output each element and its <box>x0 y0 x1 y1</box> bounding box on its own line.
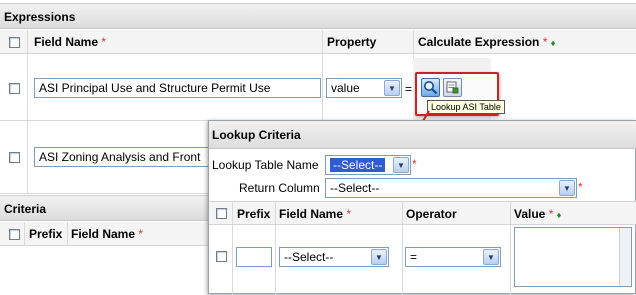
chevron-down-icon: ▼ <box>393 157 409 173</box>
property-column-header: Property <box>327 35 377 49</box>
lookup-operator-column-header: Operator <box>406 207 457 221</box>
lookup-criteria-header: Lookup Criteria <box>209 121 636 149</box>
textarea-scrollbar[interactable] <box>619 228 631 286</box>
row-checkbox[interactable] <box>216 251 227 262</box>
chevron-down-icon: ▼ <box>384 80 400 96</box>
chevron-down-icon: ▼ <box>371 249 387 265</box>
lookup-prefix-column-header: Prefix <box>237 207 271 221</box>
expression-row: ASI Zoning Analysis and Front <box>0 120 224 193</box>
row-checkbox[interactable] <box>9 152 20 163</box>
grid-line <box>0 193 210 194</box>
lookup-criteria-title: Lookup Criteria <box>212 128 301 142</box>
field-name-column-header: Field Name * <box>34 35 107 49</box>
lookup-criteria-row: --Select-- ▼ = ▼ <box>209 225 636 295</box>
table-edit-icon <box>446 81 459 94</box>
criteria-title: Criteria <box>4 202 47 216</box>
lookup-asi-table-button[interactable] <box>421 78 440 97</box>
chevron-down-icon: ▼ <box>559 180 575 196</box>
criteria-select-all-checkbox[interactable] <box>9 229 20 240</box>
expressions-title: Expressions <box>4 10 76 24</box>
required-marker: * <box>578 180 583 194</box>
criteria-field-name-select[interactable]: --Select-- ▼ <box>279 247 389 267</box>
criteria-field-name-column-header: Field Name * <box>71 227 144 241</box>
expression-row: ASI Principal Use and Structure Permit U… <box>0 55 636 120</box>
lookup-table-name-label: Lookup Table Name <box>212 158 319 172</box>
calculate-expression-column-header: Calculate Expression * ♦ <box>418 35 556 49</box>
field-name-input[interactable]: ASI Zoning Analysis and Front <box>34 147 224 167</box>
chevron-down-icon: ▼ <box>483 249 499 265</box>
equals-sign: = <box>405 82 413 96</box>
property-select[interactable]: value ▼ <box>326 78 402 98</box>
required-marker: * <box>412 157 417 171</box>
lookup-field-name-column-header: Field Name * <box>279 207 352 221</box>
criteria-prefix-column-header: Prefix <box>29 227 63 241</box>
grid-line <box>24 222 25 246</box>
lookup-criteria-select-all-checkbox[interactable] <box>216 208 227 219</box>
prefix-input[interactable] <box>236 247 272 267</box>
lookup-criteria-dialog: Lookup Criteria Lookup Table Name --Sele… <box>208 120 636 295</box>
lookup-value-column-header: Value * ♦ <box>514 207 562 221</box>
expressions-select-all-checkbox[interactable] <box>9 37 20 48</box>
lookup-tooltip: Lookup ASI Table <box>427 100 505 114</box>
lookup-table-edit-button[interactable] <box>443 78 462 97</box>
row-checkbox[interactable] <box>9 83 20 94</box>
return-column-select[interactable]: --Select-- ▼ <box>325 178 577 198</box>
return-column-label: Return Column <box>239 181 320 195</box>
expressions-section-header: Expressions <box>0 3 636 29</box>
operator-select[interactable]: = ▼ <box>405 247 501 267</box>
field-name-input[interactable]: ASI Principal Use and Structure Permit U… <box>34 78 321 98</box>
grid-line <box>67 222 68 246</box>
criteria-section-header: Criteria <box>0 195 210 221</box>
search-icon <box>424 81 438 95</box>
lookup-table-name-select[interactable]: --Select-- ▼ <box>325 155 411 175</box>
value-textarea[interactable] <box>514 227 632 287</box>
